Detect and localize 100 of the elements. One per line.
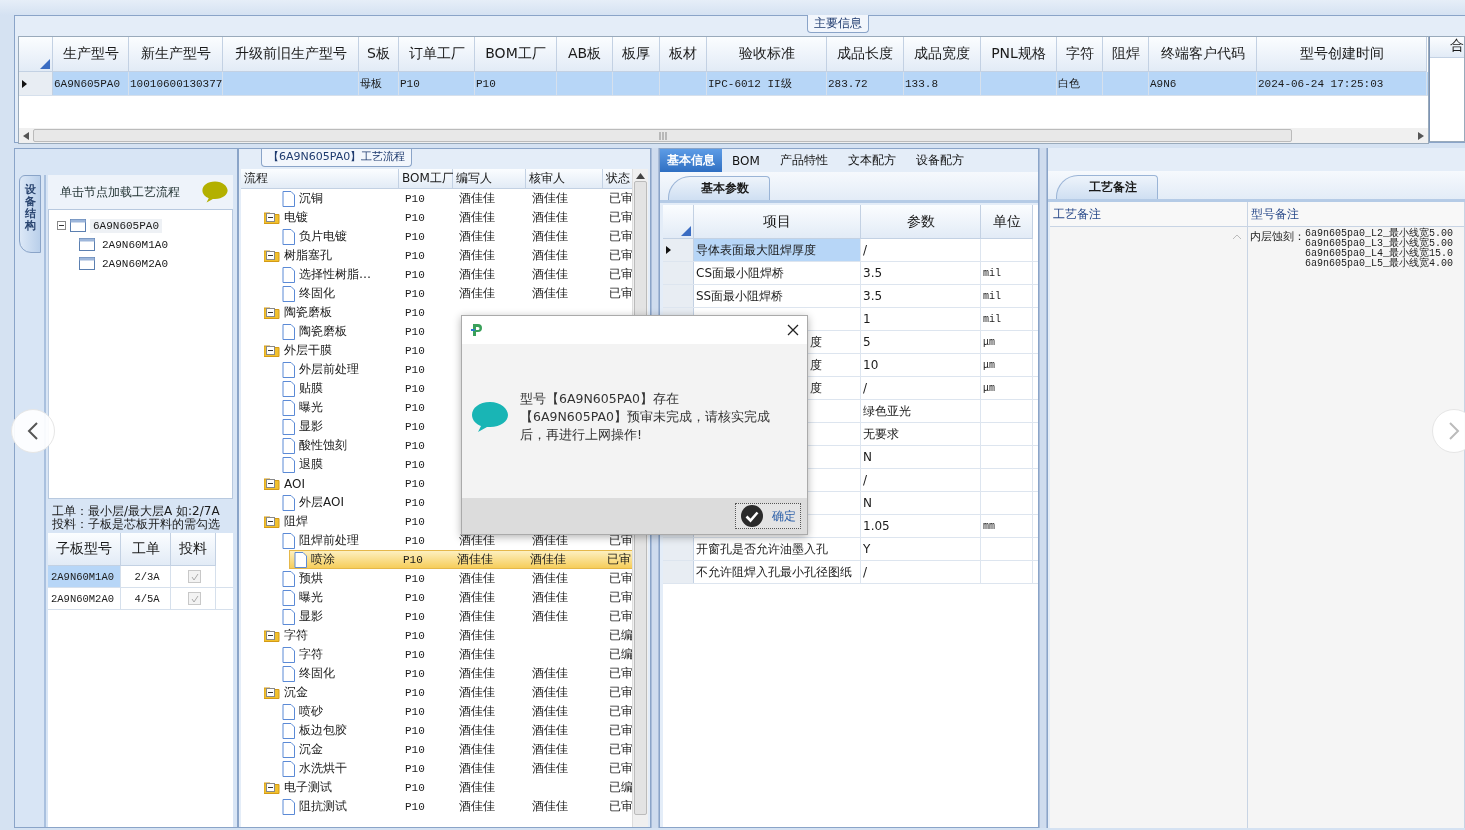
table-cell: 酒佳佳 [532, 229, 568, 244]
table-cell: 已审 [609, 210, 633, 225]
table-cell: P10 [405, 667, 425, 680]
table-cell: 已审 [609, 248, 633, 263]
table-cell: 已审 [607, 552, 631, 567]
table-cell: 1 [863, 312, 871, 326]
table-cell: P10 [405, 382, 425, 395]
table-cell: 酒佳佳 [459, 229, 495, 244]
table-cell: 酒佳佳 [459, 742, 495, 757]
table-cell: P10 [405, 477, 425, 490]
table-cell: P10 [400, 77, 420, 90]
table-cell: / [863, 565, 868, 579]
table-cell: P10 [405, 287, 425, 300]
table-cell: P10 [405, 762, 425, 775]
table-cell: 2A9N60M2A0 [51, 592, 114, 605]
table-cell: 已审 [609, 666, 633, 681]
table-cell: μm [983, 382, 995, 394]
table-cell: P10 [405, 705, 425, 718]
table-cell: P10 [405, 420, 425, 433]
table-cell: 度 [810, 379, 822, 397]
panel-title: 单击节点加载工艺流程 [60, 183, 180, 201]
table-cell: 酒佳佳 [532, 666, 568, 681]
table-cell: 酒佳佳 [459, 628, 495, 643]
table-cell: 3.5 [863, 289, 883, 303]
table-cell: mil [983, 290, 1001, 302]
table-cell: 酒佳佳 [459, 210, 495, 225]
table-cell: 酒佳佳 [459, 286, 495, 301]
table-cell: Y [863, 542, 871, 556]
table-cell: P10 [405, 610, 425, 623]
table-cell: 酒佳佳 [459, 723, 495, 738]
table-cell-text: 白色 [1058, 77, 1080, 91]
table-cell: CS面最小阻焊桥 [696, 264, 784, 282]
note-text: 6a9n605pa0_L2_最小线宽5.00 6a9n605pa0_L3_最小线宽5.00 6a9n605pa0_L4_最小线宽15.0 6a9n605pa0_L5_最小线宽4.00 [1305, 229, 1454, 269]
table-cell: 5 [863, 335, 871, 349]
table-cell: / [863, 381, 868, 395]
table-cell: P10 [405, 572, 425, 585]
table-cell: 酒佳佳 [459, 533, 495, 548]
table-cell: 度 [810, 333, 822, 351]
table-cell: mil [983, 267, 1001, 279]
table-cell: μm [983, 336, 995, 348]
table-cell: 10010600130377 [130, 77, 223, 90]
table-cell: mil [983, 313, 1001, 325]
dialog-message: 型号【6A9N605PA0】存在【6A9N605PA0】预审未完成，请核实完成后，再进行上网操作! [520, 390, 771, 444]
table-cell: 4/5A [134, 592, 160, 605]
table-cell: N [863, 450, 872, 464]
table-cell: 酒佳佳 [532, 704, 568, 719]
table-cell: 酒佳佳 [532, 191, 568, 206]
table-cell: 已审 [609, 286, 633, 301]
table-cell: 已审 [609, 761, 633, 776]
table-cell: 酒佳佳 [459, 761, 495, 776]
table-cell: 2/3A [134, 570, 160, 583]
table-cell: 10 [863, 358, 879, 372]
table-cell: P10 [405, 344, 425, 357]
table-cell: P10 [405, 724, 425, 737]
table-cell: 导体表面最大阻焊厚度 [696, 241, 816, 259]
table-cell: mm [983, 520, 995, 532]
table-cell: P10 [405, 496, 425, 509]
table-cell: P10 [405, 306, 425, 319]
table-cell: P10 [405, 743, 425, 756]
table-cell: P10 [405, 800, 425, 813]
table-cell: SS面最小阻焊桥 [696, 287, 784, 305]
table-cell: 已审 [609, 191, 633, 206]
table-cell: P10 [405, 249, 425, 262]
table-cell: 已审 [609, 571, 633, 586]
table-cell: 酒佳佳 [459, 267, 495, 282]
table-cell: 已编 [609, 628, 633, 643]
table-cell: 已审 [609, 533, 633, 548]
table-cell: 不允许阻焊入孔最小孔径图纸 [696, 563, 852, 581]
table-cell: 酒佳佳 [532, 685, 568, 700]
table-cell: 酒佳佳 [532, 248, 568, 263]
table-cell: 酒佳佳 [459, 704, 495, 719]
table-cell: 2024-06-24 17:25:03 [1258, 77, 1384, 90]
table-cell: P10 [405, 629, 425, 642]
table-cell: 133.8 [905, 77, 938, 90]
table-cell: P10 [405, 268, 425, 281]
table-cell-text: IPC-6012 II级 [708, 77, 792, 91]
table-cell: 已编 [609, 647, 633, 662]
table-cell: 酒佳佳 [532, 533, 568, 548]
table-cell: 酒佳佳 [457, 552, 493, 567]
table-cell: P10 [405, 325, 425, 338]
table-cell: 3.5 [863, 266, 883, 280]
group-title: 【6A9N605PA0】工艺流程 [261, 149, 413, 167]
table-cell: / [863, 473, 868, 487]
table-cell: 酒佳佳 [532, 742, 568, 757]
table-cell-text: 母板 [360, 77, 382, 91]
table-cell: / [863, 243, 868, 257]
table-cell: P10 [405, 686, 425, 699]
table-cell: P10 [476, 77, 496, 90]
table-cell: 度 [810, 356, 822, 374]
table-cell: 酒佳佳 [459, 571, 495, 586]
table-cell: 酒佳佳 [459, 666, 495, 681]
table-cell: 已审 [609, 267, 633, 282]
table-cell: 酒佳佳 [459, 191, 495, 206]
table-cell: P10 [403, 553, 423, 566]
table-cell: P10 [405, 534, 425, 547]
table-cell: A9N6 [1150, 77, 1177, 90]
table-cell: P10 [405, 230, 425, 243]
table-cell: P10 [405, 458, 425, 471]
table-cell: 酒佳佳 [459, 647, 495, 662]
table-cell: 已审 [609, 799, 633, 814]
